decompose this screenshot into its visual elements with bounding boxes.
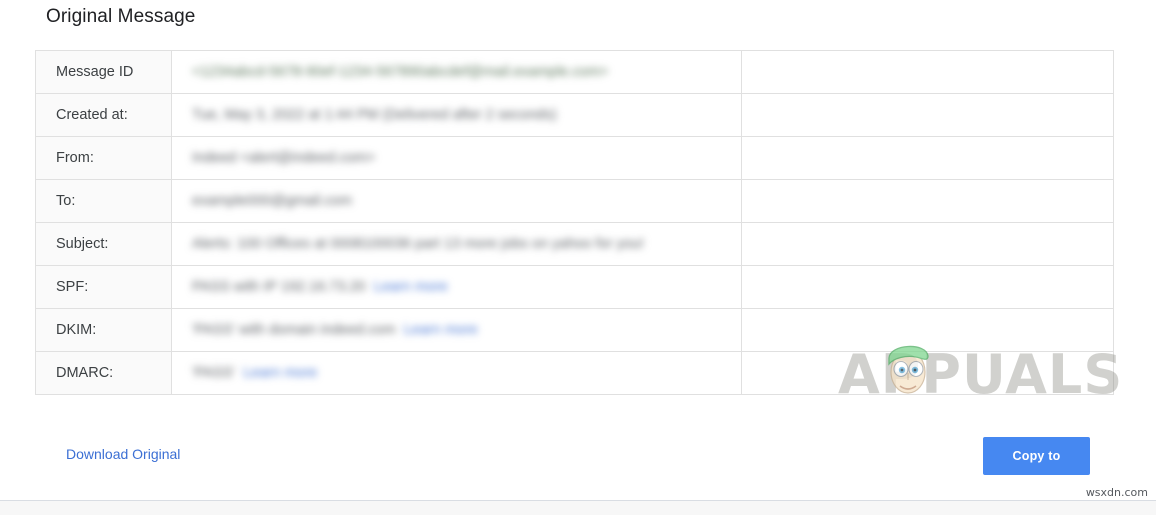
table-row: SPF: PASS with IP 192.16.73.20 Learn more <box>35 265 1114 309</box>
row-value-cell: Alerts: 100 Offices at 0008100036 part 1… <box>171 222 742 266</box>
row-value-wrap: <1234abcd-5678-90ef-1234-567890abcdef@ma… <box>192 64 608 80</box>
row-value: 'PASS' with domain indeed.com <box>192 322 396 339</box>
learn-more-link[interactable]: Learn more <box>404 322 478 338</box>
table-row: Message ID <1234abcd-5678-90ef-1234-56789… <box>35 50 1114 94</box>
table-row: DKIM: 'PASS' with domain indeed.com Learn… <box>35 308 1114 352</box>
copy-to-clipboard-button[interactable]: Copy to clipboard <box>983 437 1090 501</box>
row-label: DMARC: <box>35 351 172 395</box>
row-value-cell: Tue, May 3, 2022 at 1:44 PM (Delivered a… <box>171 93 742 137</box>
row-value: Indeed <alert@indeed.com> <box>192 150 376 167</box>
row-value-wrap: 'PASS' with domain indeed.com Learn more <box>192 322 478 338</box>
row-value-wrap: example000@gmail.com <box>192 193 352 209</box>
row-value: 'PASS' <box>192 365 236 382</box>
table-row: To: example000@gmail.com <box>35 179 1114 223</box>
row-value: Tue, May 3, 2022 at 1:44 PM (Delivered a… <box>192 107 557 124</box>
table-row: From: Indeed <alert@indeed.com> <box>35 136 1114 180</box>
original-message-page: Original Message Message ID <1234abcd-567… <box>0 0 1156 515</box>
row-value-wrap: Alerts: 100 Offices at 0008100036 part 1… <box>192 236 644 252</box>
row-extra-cell <box>741 222 1114 266</box>
table-row: Created at: Tue, May 3, 2022 at 1:44 PM (… <box>35 93 1114 137</box>
row-value-wrap: 'PASS' Learn more <box>192 365 317 381</box>
table-row: Subject: Alerts: 100 Offices at 000810003… <box>35 222 1114 266</box>
row-value-cell: 'PASS' Learn more <box>171 351 742 395</box>
row-extra-cell <box>741 93 1114 137</box>
row-value: PASS with IP 192.16.73.20 <box>192 279 366 296</box>
site-credit: wsxdn.com <box>1085 486 1148 499</box>
row-label: Subject: <box>35 222 172 266</box>
learn-more-link[interactable]: Learn more <box>374 279 448 295</box>
value-link-gap <box>396 322 404 338</box>
value-link-gap <box>235 365 243 381</box>
row-value: Alerts: 100 Offices at 0008100036 part 1… <box>192 236 644 253</box>
row-value-cell: example000@gmail.com <box>171 179 742 223</box>
value-link-gap <box>366 279 374 295</box>
row-value-wrap: PASS with IP 192.16.73.20 Learn more <box>192 279 448 295</box>
row-value-cell: <1234abcd-5678-90ef-1234-567890abcdef@ma… <box>171 50 742 94</box>
row-extra-cell <box>741 265 1114 309</box>
row-extra-cell <box>741 351 1114 395</box>
table-row: DMARC: 'PASS' Learn more <box>35 351 1114 395</box>
row-value-cell: PASS with IP 192.16.73.20 Learn more <box>171 265 742 309</box>
row-extra-cell <box>741 179 1114 223</box>
download-original-link[interactable]: Download Original <box>66 446 180 462</box>
page-title: Original Message <box>46 6 196 27</box>
original-message-table: Message ID <1234abcd-5678-90ef-1234-56789… <box>35 50 1114 395</box>
bottom-strip <box>0 501 1156 515</box>
row-value-cell: 'PASS' with domain indeed.com Learn more <box>171 308 742 352</box>
row-label: Created at: <box>35 93 172 137</box>
row-label: From: <box>35 136 172 180</box>
row-value-wrap: Indeed <alert@indeed.com> <box>192 150 375 166</box>
row-label: SPF: <box>35 265 172 309</box>
row-extra-cell <box>741 50 1114 94</box>
table-body: Message ID <1234abcd-5678-90ef-1234-56789… <box>35 50 1114 395</box>
row-extra-cell <box>741 308 1114 352</box>
row-value-cell: Indeed <alert@indeed.com> <box>171 136 742 180</box>
row-extra-cell <box>741 136 1114 180</box>
row-value: <1234abcd-5678-90ef-1234-567890abcdef@ma… <box>192 64 609 81</box>
learn-more-link[interactable]: Learn more <box>243 365 317 381</box>
row-label: To: <box>35 179 172 223</box>
row-value-wrap: Tue, May 3, 2022 at 1:44 PM (Delivered a… <box>192 107 557 123</box>
row-label: DKIM: <box>35 308 172 352</box>
row-value: example000@gmail.com <box>192 193 352 210</box>
row-label: Message ID <box>35 50 172 94</box>
